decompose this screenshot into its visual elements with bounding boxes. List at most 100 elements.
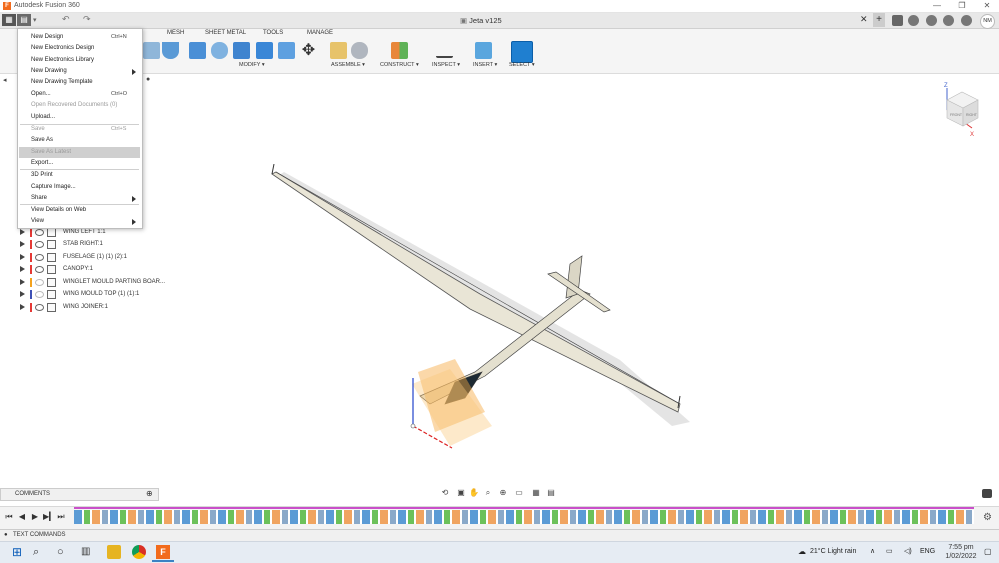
timeline-settings-icon[interactable]: [982, 489, 992, 498]
notification-center-icon[interactable]: ▢: [984, 547, 992, 557]
document-tab[interactable]: ▣ Jeta v125: [460, 15, 502, 26]
viewports-icon[interactable]: ▤: [546, 488, 556, 498]
notifications-icon[interactable]: [926, 15, 937, 26]
select-group-label[interactable]: SELECT ▾: [509, 62, 535, 68]
play-button[interactable]: ▶: [30, 511, 40, 523]
maximize-button[interactable]: ❐: [955, 1, 969, 11]
menu-item-new-electronics-library[interactable]: New Electronics Library: [19, 55, 140, 66]
measure-icon[interactable]: [436, 48, 453, 58]
select-icon[interactable]: [511, 41, 533, 63]
minimize-button[interactable]: —: [930, 1, 944, 11]
visibility-eye-icon[interactable]: [35, 229, 44, 236]
go-to-start-button[interactable]: ⏮: [4, 511, 14, 523]
tray-overflow-icon[interactable]: ∧: [870, 547, 875, 557]
pan-icon[interactable]: ✋: [469, 488, 479, 498]
browser-row-fuselage[interactable]: FUSELAGE (1) (1) (2):1: [20, 252, 160, 263]
tab-tools[interactable]: TOOLS: [263, 30, 283, 36]
orbit-icon[interactable]: ⟲: [440, 488, 450, 498]
windows-start-icon[interactable]: ⊞: [12, 545, 26, 559]
text-commands-panel[interactable]: ● TEXT COMMANDS: [0, 529, 999, 541]
browser-row-canopy[interactable]: CANOPY:1: [20, 264, 160, 275]
hidden-eye-icon[interactable]: [35, 291, 44, 298]
file-explorer-icon[interactable]: [107, 545, 121, 559]
menu-item-view-details-on-web[interactable]: View Details on Web: [19, 205, 140, 216]
language-indicator[interactable]: ENG: [920, 547, 935, 557]
menu-item-new-drawing-template[interactable]: New Drawing Template: [19, 77, 140, 88]
assemble-group-label[interactable]: ASSEMBLE ▾: [331, 62, 365, 68]
visibility-eye-icon[interactable]: [35, 254, 44, 261]
timeline-gear-icon[interactable]: ⚙: [983, 512, 992, 523]
browser-row-stab-right[interactable]: STAB RIGHT:1: [20, 239, 160, 250]
glider-3d-model[interactable]: [260, 164, 700, 454]
fillet-icon[interactable]: [211, 42, 228, 59]
comments-panel[interactable]: COMMENTS ⊕: [0, 488, 159, 501]
file-dropdown-icon[interactable]: ▾: [33, 16, 37, 24]
insert-image-icon[interactable]: [475, 42, 492, 59]
browser-options-icon[interactable]: ●: [146, 76, 153, 83]
origin-point[interactable]: [410, 423, 416, 429]
visibility-eye-icon[interactable]: [35, 266, 44, 273]
inspect-group-label[interactable]: INSPECT ▾: [432, 62, 460, 68]
job-status-icon[interactable]: [908, 15, 919, 26]
file-menu-button[interactable]: ▤: [17, 14, 31, 26]
combine-icon[interactable]: [256, 42, 273, 59]
browser-row-winglet-mould[interactable]: WINGLET MOULD PARTING BOAR...: [20, 277, 165, 288]
visibility-eye-icon[interactable]: [35, 304, 44, 311]
extensions-icon[interactable]: [892, 15, 903, 26]
hidden-eye-icon[interactable]: [35, 279, 44, 286]
volume-icon[interactable]: ◁): [904, 547, 912, 557]
redo-icon[interactable]: ↷: [83, 14, 91, 25]
user-avatar[interactable]: NM: [980, 14, 995, 29]
menu-item-3d-print[interactable]: 3D Print: [19, 170, 140, 181]
menu-item-open[interactable]: Open... Ctrl+O: [19, 89, 140, 100]
zoom-window-icon[interactable]: ⊕: [498, 488, 508, 498]
tab-sheet-metal[interactable]: SHEET METAL: [205, 30, 246, 36]
tab-mesh[interactable]: MESH: [167, 30, 184, 36]
split-body-icon[interactable]: [278, 42, 295, 59]
cortana-icon[interactable]: ○: [57, 545, 71, 559]
offset-plane-icon[interactable]: [391, 42, 408, 59]
network-icon[interactable]: ▭: [886, 547, 893, 557]
menu-item-new-design[interactable]: New Design Ctrl+N: [19, 32, 140, 43]
menu-item-share[interactable]: Share: [19, 193, 140, 204]
browser-row-wing-mould-top[interactable]: WING MOULD TOP (1) (1):1: [20, 289, 160, 300]
new-tab-button[interactable]: +: [873, 13, 885, 27]
graphics-canvas[interactable]: ◂ ● Z X FRONT RIGHT WING LEFT 1:1 STAB R…: [0, 74, 999, 488]
weather-text[interactable]: 21°C Light rain: [810, 547, 856, 557]
menu-item-save-as[interactable]: Save As: [19, 135, 140, 146]
comments-add-icon[interactable]: ⊕: [146, 489, 153, 499]
construct-group-label[interactable]: CONSTRUCT ▾: [380, 62, 419, 68]
expand-icon[interactable]: [20, 279, 25, 285]
menu-item-upload[interactable]: Upload...: [19, 112, 140, 123]
clock[interactable]: 7:55 pm 1/02/2022: [943, 543, 979, 561]
fusion-360-taskbar-icon[interactable]: F: [156, 545, 170, 559]
browser-row-wing-joiner[interactable]: WING JOINER:1: [20, 302, 160, 313]
help-icon[interactable]: [961, 15, 972, 26]
draft-tool-icon[interactable]: [162, 42, 179, 59]
menu-item-view[interactable]: View: [19, 216, 140, 227]
expand-icon[interactable]: [20, 229, 25, 235]
undo-icon[interactable]: ↶: [62, 14, 70, 25]
timeline-features-strip[interactable]: [74, 510, 974, 524]
menu-item-new-drawing[interactable]: New Drawing: [19, 66, 140, 77]
expand-icon[interactable]: [20, 241, 25, 247]
joint-icon[interactable]: [351, 42, 368, 59]
menu-item-capture-image[interactable]: Capture Image...: [19, 182, 140, 193]
new-component-icon[interactable]: [330, 42, 347, 59]
chrome-icon[interactable]: [132, 545, 146, 559]
search-icon[interactable]: ⌕: [33, 545, 47, 559]
modify-group-label[interactable]: MODIFY ▾: [239, 62, 265, 68]
move-copy-icon[interactable]: ✥: [300, 42, 317, 59]
tab-manage[interactable]: MANAGE: [307, 30, 333, 36]
menu-item-new-electronics-design[interactable]: New Electronics Design: [19, 43, 140, 54]
account-icon[interactable]: [943, 15, 954, 26]
press-pull-icon[interactable]: [189, 42, 206, 59]
grid-settings-icon[interactable]: ▦: [531, 488, 541, 498]
insert-group-label[interactable]: INSERT ▾: [473, 62, 497, 68]
expand-icon[interactable]: [20, 266, 25, 272]
display-settings-icon[interactable]: ▭: [514, 488, 524, 498]
look-at-icon[interactable]: ▣: [456, 488, 466, 498]
shell-tool-icon[interactable]: [143, 42, 160, 59]
viewcube[interactable]: Z X FRONT RIGHT: [938, 80, 984, 138]
close-tab-button[interactable]: ✕: [860, 14, 868, 25]
